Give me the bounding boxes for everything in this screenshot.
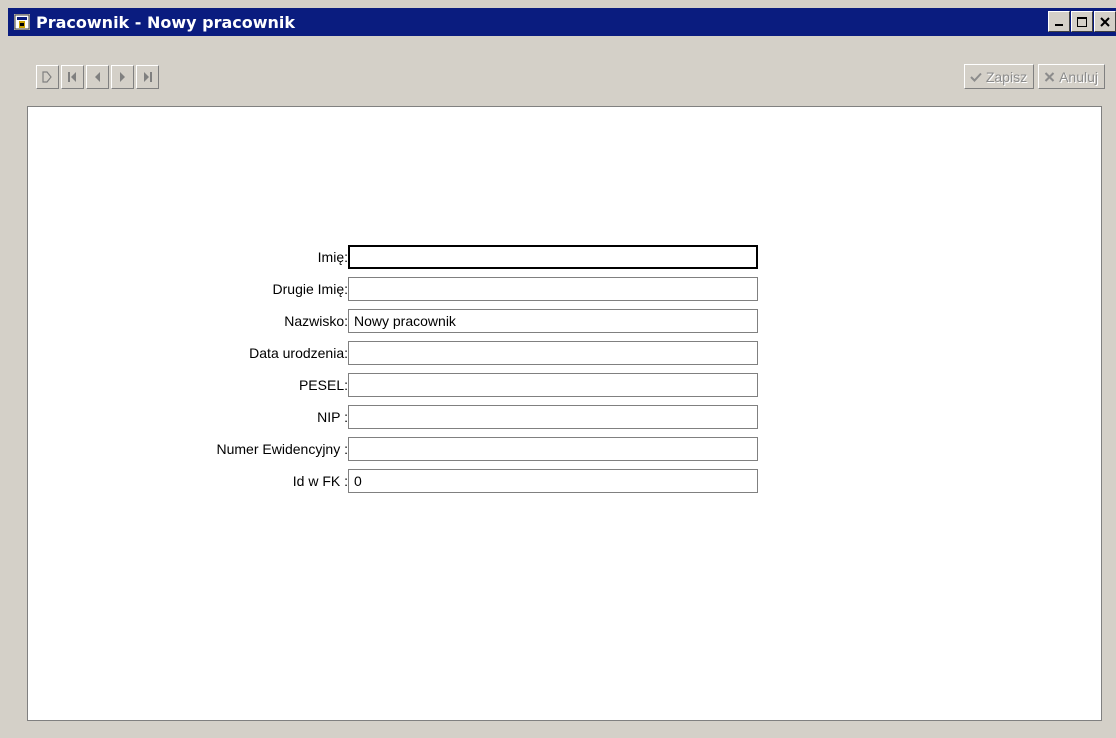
next-record-icon (120, 72, 125, 82)
form-row-nip: NIP : (28, 405, 1103, 429)
form-row-pesel: PESEL: (28, 373, 1103, 397)
close-button[interactable] (1094, 11, 1116, 32)
new-record-icon (42, 71, 52, 83)
record-navigation (36, 65, 161, 89)
form-row-record-number: Numer Ewidencyjny : (28, 437, 1103, 461)
maximize-button[interactable] (1071, 11, 1093, 32)
previous-record-icon (95, 72, 100, 82)
cancel-button[interactable]: Anuluj (1038, 64, 1105, 89)
birth-date-field[interactable] (348, 341, 758, 365)
second-name-field[interactable] (348, 277, 758, 301)
minimize-icon (1055, 23, 1063, 26)
form-row-second-name: Drugie Imię: (28, 277, 1103, 301)
form-row-birth-date: Data urodzenia: (28, 341, 1103, 365)
title-bar[interactable]: Pracownik - Nowy pracownik (8, 8, 1116, 36)
surname-field[interactable] (348, 309, 758, 333)
second-name-label: Drugie Imię: (272, 281, 348, 297)
form-row-fk-id: Id w FK : (28, 469, 1103, 493)
close-icon (1100, 16, 1110, 27)
save-button[interactable]: Zapisz (963, 64, 1035, 89)
cross-icon (1044, 71, 1055, 82)
record-number-field[interactable] (348, 437, 758, 461)
checkmark-icon (970, 72, 982, 82)
form-panel: Imię: Drugie Imię: Nazwisko: Data urodze… (27, 106, 1102, 721)
surname-label: Nazwisko: (284, 313, 348, 329)
window-bottom-edge (0, 732, 1116, 738)
employee-window: Pracownik - Nowy pracownik Zapisz Anuluj… (0, 0, 1116, 738)
previous-record-button[interactable] (86, 65, 109, 89)
maximize-icon (1077, 16, 1087, 27)
window-controls (1048, 11, 1116, 32)
first-name-label: Imię: (317, 249, 348, 265)
record-number-label: Numer Ewidencyjny : (216, 441, 349, 457)
next-record-button[interactable] (111, 65, 134, 89)
fk-id-field[interactable] (348, 469, 758, 493)
pesel-label: PESEL: (298, 377, 348, 393)
toolbar: Zapisz Anuluj (8, 36, 1116, 108)
action-buttons: Zapisz Anuluj (960, 64, 1105, 89)
first-record-button[interactable] (61, 65, 84, 89)
form-row-surname: Nazwisko: (28, 309, 1103, 333)
minimize-button[interactable] (1048, 11, 1070, 32)
pesel-field[interactable] (348, 373, 758, 397)
fk-id-label: Id w FK : (292, 473, 348, 489)
nip-field[interactable] (348, 405, 758, 429)
last-record-icon (144, 72, 152, 82)
first-record-icon (68, 72, 76, 82)
window-title: Pracownik - Nowy pracownik (36, 12, 296, 32)
save-label: Zapisz (985, 68, 1028, 85)
cancel-label: Anuluj (1059, 68, 1098, 85)
app-icon (14, 14, 30, 30)
birth-date-label: Data urodzenia: (249, 345, 348, 361)
form-row-first-name: Imię: (28, 245, 1103, 269)
first-name-field[interactable] (348, 245, 758, 269)
last-record-button[interactable] (136, 65, 159, 89)
new-record-button[interactable] (36, 65, 59, 89)
nip-label: NIP : (317, 409, 348, 425)
